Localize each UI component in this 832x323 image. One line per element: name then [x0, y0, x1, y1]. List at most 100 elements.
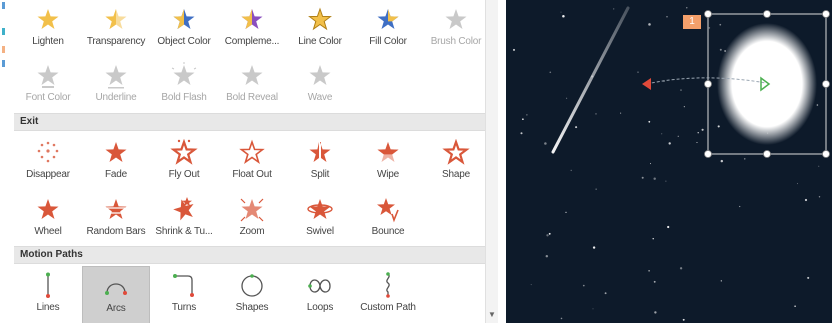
background-star	[604, 292, 607, 295]
background-star	[666, 16, 668, 18]
star-font-color-icon	[37, 65, 59, 88]
exit-effect-wipe[interactable]: Wipe	[354, 133, 422, 191]
star-bold-reveal-icon	[241, 65, 263, 85]
effect-label: Wipe	[377, 169, 399, 180]
exit-effect-fly-out[interactable]: Fly Out	[150, 133, 218, 191]
background-star	[797, 183, 798, 185]
effect-label: Custom Path	[360, 302, 416, 313]
motion-path-turns[interactable]: Turns	[150, 266, 218, 323]
motion-path-lines[interactable]: Lines	[14, 266, 82, 323]
effect-bold-reveal[interactable]: Bold Reveal	[218, 56, 286, 114]
effect-label: Bounce	[371, 226, 405, 237]
background-star	[641, 176, 644, 179]
star-bounce-icon	[377, 198, 399, 223]
effect-bold-flash[interactable]: Bold Flash	[150, 56, 218, 114]
effect-label: Font Color	[25, 92, 71, 103]
star-wheel-icon	[37, 199, 59, 219]
effect-label: Shrink & Tu...	[155, 226, 213, 237]
background-star	[804, 198, 808, 202]
animation-order-badge[interactable]: 1	[683, 15, 701, 29]
background-star	[807, 276, 810, 279]
exit-effect-random-bars[interactable]: Random Bars	[82, 190, 150, 248]
effect-label: Loops	[306, 302, 334, 313]
gallery-scrollbar[interactable]: ▼	[485, 0, 498, 323]
star-object-color-icon	[173, 9, 195, 29]
effect-lighten[interactable]: Lighten	[14, 0, 82, 58]
effect-label: Underline	[95, 92, 137, 103]
star-disappear-icon	[37, 141, 59, 163]
background-star	[720, 159, 724, 163]
background-star	[549, 71, 552, 74]
effect-label: Wave	[307, 92, 333, 103]
effect-label: Swivel	[306, 226, 334, 237]
effect-compleme[interactable]: Compleme...	[218, 0, 286, 58]
effect-label: Brush Color	[430, 36, 482, 47]
exit-effect-zoom[interactable]: Zoom	[218, 190, 286, 248]
star-wipe-icon	[377, 142, 399, 162]
gallery-left-edge	[0, 0, 9, 323]
effect-label: Arcs	[106, 303, 126, 314]
resize-handle	[822, 10, 830, 18]
effect-label: Turns	[171, 302, 197, 313]
animation-gallery: Lighten Transparency Object Color Compleme.…	[0, 0, 498, 323]
motion-path-arcs[interactable]: Arcs	[82, 266, 150, 323]
star-fly-out-icon	[170, 139, 198, 165]
exit-effect-bounce[interactable]: Bounce	[354, 190, 422, 248]
slide-canvas[interactable]: 1	[506, 0, 832, 323]
motion-path-shapes[interactable]: Shapes	[218, 266, 286, 323]
effect-line-color[interactable]: Line Color	[286, 0, 354, 58]
exit-effect-shrink-tu[interactable]: Shrink & Tu...	[150, 190, 218, 248]
exit-effect-fade[interactable]: Fade	[82, 133, 150, 191]
effect-object-color[interactable]: Object Color	[150, 0, 218, 58]
exit-effect-shape[interactable]: Shape	[422, 133, 490, 191]
background-star	[522, 118, 524, 121]
effect-label: Lighten	[32, 36, 64, 47]
background-star	[717, 125, 720, 128]
background-star	[652, 238, 654, 240]
exit-effect-wheel[interactable]: Wheel	[14, 190, 82, 248]
background-star	[650, 163, 651, 165]
background-star	[719, 48, 722, 51]
background-star	[794, 305, 796, 307]
background-star	[653, 177, 656, 180]
background-star	[719, 23, 722, 26]
effect-wave[interactable]: Wave	[286, 56, 354, 114]
background-star	[548, 232, 551, 235]
background-star	[560, 11, 562, 13]
effect-brush-color[interactable]: Brush Color	[422, 0, 490, 58]
effect-label: Bold Flash	[161, 92, 207, 103]
star-bold-flash-icon	[171, 62, 197, 85]
exit-effect-disappear[interactable]: Disappear	[14, 133, 82, 191]
exit-effect-split[interactable]: Split	[286, 133, 354, 191]
effect-font-color[interactable]: Font Color	[14, 56, 82, 114]
effect-label: Bold Reveal	[226, 92, 278, 103]
star-complementary-icon	[241, 9, 263, 29]
section-header-exit: Exit	[14, 113, 497, 131]
background-star	[526, 114, 528, 116]
motion-path-custom-path[interactable]: Custom Path	[354, 266, 422, 323]
background-star	[575, 126, 578, 129]
motion-path-loops[interactable]: Loops	[286, 266, 354, 323]
scroll-down-arrow-icon[interactable]: ▼	[488, 310, 496, 319]
star-line-color-icon	[308, 7, 332, 31]
background-star	[686, 7, 688, 9]
exit-effect-swivel[interactable]: Swivel	[286, 190, 354, 248]
effect-label: Shape	[442, 169, 470, 180]
background-star	[648, 120, 651, 123]
path-arcs-icon	[105, 283, 127, 295]
effect-fill-color[interactable]: Fill Color	[354, 0, 422, 58]
effect-underline[interactable]: Underline	[82, 56, 150, 114]
section-header-label: Motion Paths	[20, 249, 83, 260]
path-lines-icon	[46, 272, 50, 298]
background-star	[654, 311, 657, 314]
resize-handle	[822, 150, 830, 158]
effect-label: Lines	[36, 302, 60, 313]
background-star	[708, 27, 711, 29]
effect-transparency[interactable]: Transparency	[82, 0, 150, 58]
background-star	[566, 97, 568, 99]
exit-effect-float-out[interactable]: Float Out	[218, 133, 286, 191]
moon-shape	[717, 23, 817, 145]
star-zoom-icon	[240, 198, 264, 222]
effect-label: Fly Out	[168, 169, 200, 180]
background-star	[696, 142, 698, 143]
